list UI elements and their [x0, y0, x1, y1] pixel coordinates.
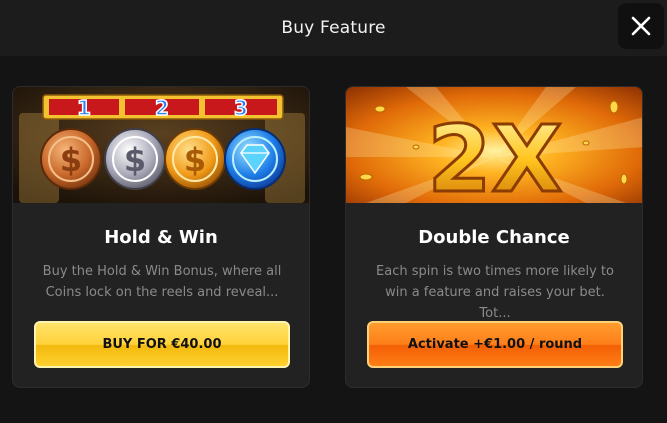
gold-coin-icon: $ [164, 128, 226, 190]
banner-number-2: 2 [155, 96, 169, 120]
close-button[interactable] [618, 3, 664, 49]
card-title: Double Chance [418, 227, 570, 248]
modal-title: Buy Feature [281, 18, 386, 38]
close-icon [631, 16, 651, 36]
double-chance-image: 2X [346, 87, 642, 203]
silver-coin-icon: $ [104, 128, 166, 190]
svg-text:$: $ [184, 141, 206, 179]
bronze-coin-icon: $ [40, 128, 102, 190]
card-title: Hold & Win [104, 227, 218, 248]
banner-number-3: 3 [234, 96, 248, 120]
multiplier-text: 2X [428, 106, 563, 203]
banner-number-1: 1 [77, 96, 91, 120]
buy-feature-button[interactable]: BUY FOR €40.00 [34, 321, 290, 368]
diamond-coin-icon [224, 128, 286, 190]
card-description: Buy the Hold & Win Bonus, where all Coin… [42, 264, 282, 300]
hold-and-win-image: 1 2 3 $ $ $ [13, 87, 309, 203]
svg-text:$: $ [124, 141, 146, 179]
svg-text:$: $ [60, 141, 82, 179]
hold-and-win-card: 1 2 3 $ $ $ Hold & Win Buy the Hold & Wi… [12, 86, 310, 388]
double-chance-card: 2X Double Chance Each spin is two times … [345, 86, 643, 388]
card-description: Each spin is two times more likely to wi… [376, 264, 614, 321]
modal-header: Buy Feature [0, 0, 667, 56]
activate-double-chance-button[interactable]: Activate +€1.00 / round [367, 321, 623, 368]
